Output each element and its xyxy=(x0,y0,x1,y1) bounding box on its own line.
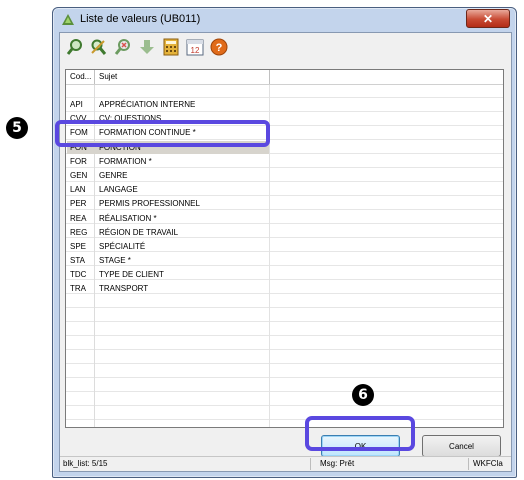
column-header-code[interactable]: Cod... xyxy=(70,72,91,81)
list-item-subject: STAGE * xyxy=(99,256,131,266)
list-item-code: TDC xyxy=(70,270,87,280)
list-item[interactable]: PER PERMIS PROFESSIONNEL xyxy=(66,197,503,211)
list-item-subject: PERMIS PROFESSIONNEL xyxy=(99,199,200,209)
list-item-subject: TYPE DE CLIENT xyxy=(99,270,164,280)
calendar-icon: 12 xyxy=(186,39,204,56)
list-item-subject: FORMATION * xyxy=(99,156,152,166)
list-item[interactable]: TDC TYPE DE CLIENT xyxy=(66,268,503,282)
calculator-icon xyxy=(163,38,179,56)
list-item[interactable]: API APPRÉCIATION INTERNE xyxy=(66,98,503,112)
list-item-code: PER xyxy=(70,199,87,209)
list-item-code: REG xyxy=(70,227,88,237)
edit-search-button[interactable] xyxy=(89,36,109,58)
close-icon: ✕ xyxy=(482,11,494,26)
toolbar: 12 ? xyxy=(65,36,229,60)
list-item-subject: RÉALISATION * xyxy=(99,213,157,223)
close-button[interactable]: ✕ xyxy=(466,9,510,28)
step-badge-5: 5 xyxy=(6,117,28,139)
status-divider xyxy=(310,458,311,470)
highlight-selected-row xyxy=(55,120,270,147)
column-divider[interactable] xyxy=(269,70,270,84)
svg-text:12: 12 xyxy=(191,46,200,55)
list-item-subject: SPÉCIALITÉ xyxy=(99,241,146,251)
column-header-subject[interactable]: Sujet xyxy=(99,72,117,81)
list-item-code: STA xyxy=(70,256,85,266)
app-icon xyxy=(62,14,74,25)
list-item-code: GEN xyxy=(70,170,88,180)
list-item[interactable]: TRA TRANSPORT xyxy=(66,282,503,296)
column-divider[interactable] xyxy=(94,70,95,84)
list-item[interactable]: REG RÉGION DE TRAVAIL xyxy=(66,226,503,240)
download-button[interactable] xyxy=(137,36,157,58)
cancel-button[interactable]: Cancel xyxy=(422,435,501,457)
help-icon: ? xyxy=(210,38,228,56)
status-bar: blk_list: 5/15 Msg: Prêt WKFCla xyxy=(60,456,511,471)
list-item-code: SPE xyxy=(70,241,87,251)
cancel-button-label: Cancel xyxy=(449,441,474,451)
search-icon xyxy=(66,39,82,55)
list-item[interactable]: REA RÉALISATION * xyxy=(66,212,503,226)
list-item-subject: GENRE xyxy=(99,170,128,180)
list-item[interactable]: LAN LANGAGE xyxy=(66,183,503,197)
search-button[interactable] xyxy=(65,36,85,58)
list-item-subject: APPRÉCIATION INTERNE xyxy=(99,100,196,109)
highlight-ok-button xyxy=(305,416,415,451)
list-item-subject: TRANSPORT xyxy=(99,284,149,294)
title-bar[interactable]: Liste de valeurs (UB011) ✕ xyxy=(53,8,516,32)
window-title: Liste de valeurs (UB011) xyxy=(80,13,201,25)
download-icon xyxy=(140,40,154,54)
list-item-subject: LANGAGE xyxy=(99,185,138,195)
list-header: Cod... Sujet xyxy=(66,70,503,85)
calendar-button[interactable]: 12 xyxy=(185,36,205,58)
list-item[interactable]: SPE SPÉCIALITÉ xyxy=(66,240,503,254)
list-item-code: API xyxy=(70,100,83,109)
list-item[interactable]: STA STAGE * xyxy=(66,254,503,268)
status-message: Msg: Prêt xyxy=(320,459,355,468)
list-item[interactable]: GEN GENRE xyxy=(66,169,503,183)
list-item-code: TRA xyxy=(70,284,86,294)
clear-search-icon xyxy=(114,39,130,55)
status-record-count: blk_list: 5/15 xyxy=(63,459,108,468)
status-form-name: WKFCla xyxy=(473,459,503,468)
svg-text:?: ? xyxy=(216,42,223,54)
calculator-button[interactable] xyxy=(161,36,181,58)
status-divider xyxy=(468,458,469,470)
list-item-code: FOR xyxy=(70,156,87,166)
list-item-subject: RÉGION DE TRAVAIL xyxy=(99,227,179,237)
step-badge-6: 6 xyxy=(352,384,374,406)
list-item-code: LAN xyxy=(70,185,86,195)
clear-search-button[interactable] xyxy=(113,36,133,58)
list-item-code: REA xyxy=(70,213,87,223)
list-item[interactable]: FOR FORMATION * xyxy=(66,155,503,169)
help-button[interactable]: ? xyxy=(209,36,229,58)
dialog-window: Liste de valeurs (UB011) ✕ 12 ? Cod... S… xyxy=(52,7,517,478)
dialog-client-area: 12 ? Cod... Sujet API APPRÉCIATION INTERN… xyxy=(59,32,512,472)
edit-search-icon xyxy=(91,39,107,55)
